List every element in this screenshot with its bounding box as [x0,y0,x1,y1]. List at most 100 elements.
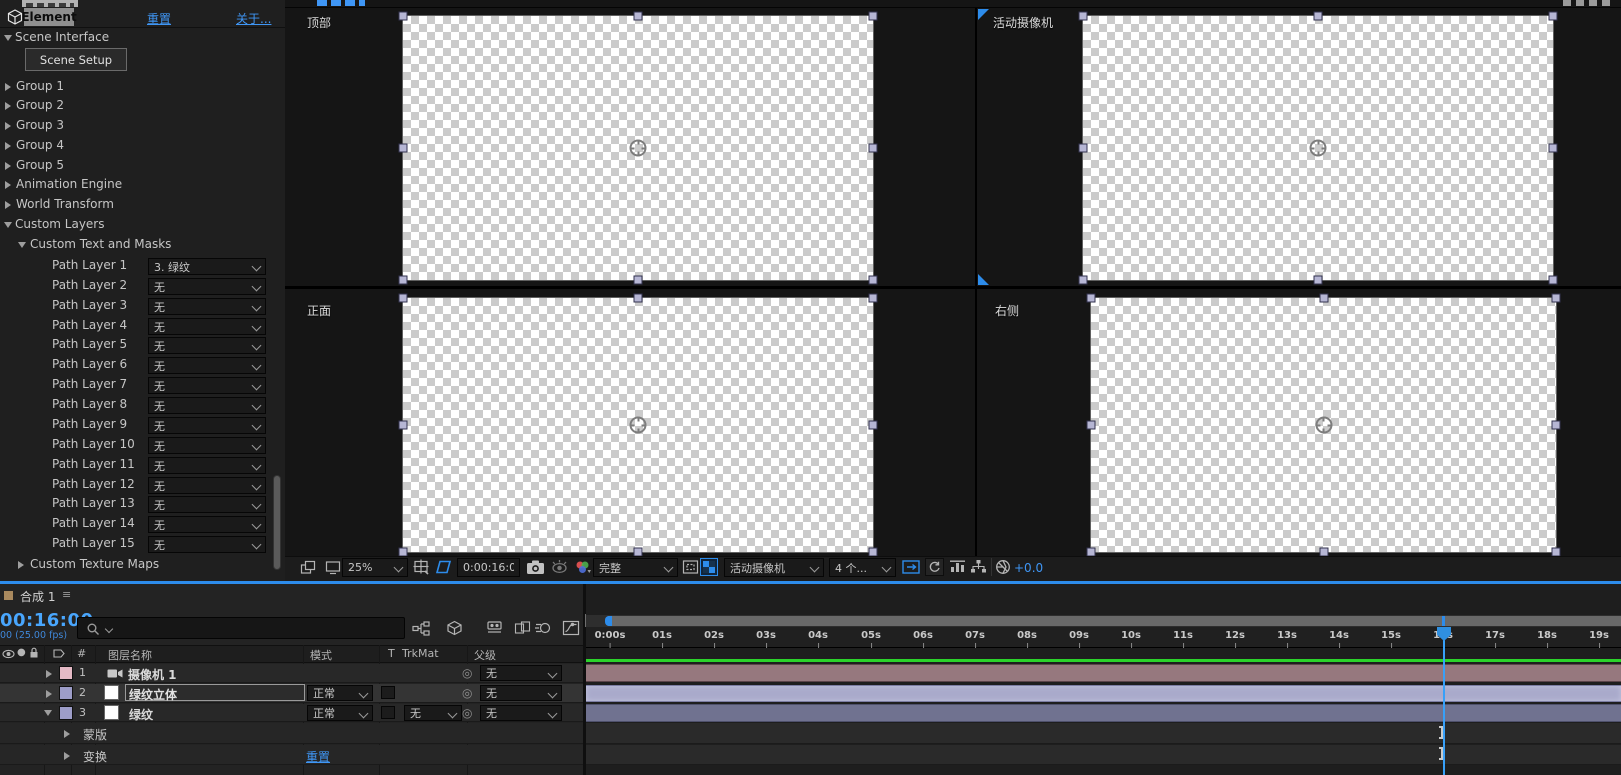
playhead-line[interactable] [1443,627,1445,775]
column-parent[interactable]: 父级 [474,647,496,663]
comp-view-active-camera[interactable] [1078,11,1558,285]
transform-reset-link[interactable]: 重置 [306,748,330,765]
frame-blend-icon[interactable] [514,620,531,636]
expand-down-icon[interactable] [44,710,52,716]
grid-guides-icon[interactable] [413,559,430,575]
column-t[interactable]: T [388,647,395,660]
selection-handle[interactable] [868,275,878,285]
exposure-shutter-icon[interactable] [995,559,1011,575]
3d-view-select[interactable]: 活动摄像机 [724,558,824,577]
group-custom-text-masks[interactable]: Custom Text and Masks [0,236,270,254]
comp-tab-label[interactable]: 合成 1 [20,588,55,605]
selection-handle[interactable] [1313,11,1323,21]
group-group-2[interactable]: Group 2 [0,97,270,115]
path-layer-select[interactable]: 无 [148,477,266,494]
selection-handle[interactable] [633,293,643,303]
layer-name[interactable]: 摄像机 1 [128,666,177,683]
selection-handle[interactable] [1313,275,1323,285]
resolution-select[interactable]: 完整 [593,558,678,577]
path-layer-select[interactable]: 无 [148,337,266,354]
column-hash[interactable]: # [77,647,86,660]
flowchart-icon[interactable] [970,559,987,574]
selection-handle[interactable] [1551,293,1561,303]
clipped-viewer-tab-fragment[interactable] [317,0,365,6]
layer-name[interactable]: 绿纹立体 [129,686,177,703]
layer-bar-layer3[interactable] [586,704,1621,722]
time-ruler[interactable] [586,627,1621,648]
selection-handle[interactable] [1086,293,1096,303]
clipped-panel-corner-fragment[interactable] [1563,0,1615,6]
selection-handle[interactable] [868,293,878,303]
selection-handle[interactable] [1078,11,1088,21]
selection-handle[interactable] [398,420,408,430]
motion-blur-icon[interactable] [534,620,551,636]
lock-column-icon[interactable] [29,647,39,659]
layer-row-3[interactable]: 3 绿纹 正常 无 ◎ 无 [0,704,583,722]
layer-label-color[interactable] [59,686,73,700]
refresh-view-icon[interactable] [925,558,944,576]
group-custom-layers[interactable]: Custom Layers [0,216,270,234]
selection-handle[interactable] [1548,143,1558,153]
group-group-5[interactable]: Group 5 [0,157,270,175]
selection-handle[interactable] [868,420,878,430]
column-layer-name[interactable]: 图层名称 [108,647,152,663]
selection-handle[interactable] [1548,11,1558,21]
mini-flowchart-icon[interactable] [412,621,430,636]
draft-3d-icon[interactable] [446,620,463,636]
always-preview-icon[interactable] [300,560,316,575]
expand-right-icon[interactable] [64,752,70,760]
path-layer-select[interactable]: 无 [148,278,266,295]
comp-view-right[interactable] [1086,293,1561,557]
panel-scrollbar[interactable] [273,475,281,570]
selection-handle[interactable] [1086,420,1096,430]
column-mode[interactable]: 模式 [310,647,332,663]
layer-label-color[interactable] [59,706,73,720]
region-of-interest-icon[interactable] [682,559,699,575]
video-column-icon[interactable] [2,649,15,659]
pixel-aspect-icon[interactable] [949,559,966,574]
trkmat-box[interactable] [381,686,395,699]
solid-swatch[interactable] [104,685,119,700]
selection-handle[interactable] [868,143,878,153]
pickwhip-icon[interactable]: ◎ [462,666,472,680]
effect-about-link[interactable]: 关于... [236,10,271,27]
expand-right-icon[interactable] [46,670,52,678]
selection-handle[interactable] [1078,143,1088,153]
label-column-icon[interactable] [53,648,65,659]
masks-label[interactable]: 蒙版 [83,726,107,743]
group-group-1[interactable]: Group 1 [0,78,270,96]
selection-handle[interactable] [398,293,408,303]
group-world-transform[interactable]: World Transform [0,196,270,214]
trkmat-box[interactable] [381,706,395,719]
selection-handle[interactable] [398,11,408,21]
mask-visibility-icon[interactable] [433,558,454,576]
column-trkmat[interactable]: TrkMat [402,647,439,660]
partial-tab-fragment[interactable] [22,0,78,7]
main-viewer-icon[interactable] [325,560,341,575]
solid-swatch[interactable] [104,705,119,720]
layer-bar-selected[interactable] [586,685,1621,702]
blend-mode-select[interactable]: 正常 [307,685,373,701]
selection-handle[interactable] [398,275,408,285]
selection-handle[interactable] [633,275,643,285]
trkmat-select[interactable]: 无 [404,705,462,721]
path-layer-select[interactable]: 无 [148,457,266,474]
path-layer-select[interactable]: 无 [148,357,266,374]
selection-handle[interactable] [868,11,878,21]
transparency-grid-icon[interactable] [700,558,718,576]
layer-row-1[interactable]: 1 摄像机 1 ◎ 无 [0,664,583,683]
path-layer-select[interactable]: 无 [148,437,266,454]
graph-editor-icon[interactable] [562,620,580,636]
pickwhip-icon[interactable]: ◎ [462,686,472,700]
show-channel-icon[interactable] [573,559,592,575]
path-layer-select[interactable]: 无 [148,318,266,335]
timeline-search-input[interactable] [77,617,405,639]
audio-column-icon[interactable]: ● [17,647,26,658]
path-layer-select[interactable]: 3. 绿纹 [148,258,266,275]
transform-label[interactable]: 变换 [83,748,107,765]
keyframe-ibeam[interactable] [1437,726,1447,739]
view-layout-select[interactable]: 4 个... [829,558,896,577]
expand-right-icon[interactable] [64,730,70,738]
panel-menu-icon[interactable]: ≡ [62,588,71,601]
expand-right-icon[interactable] [46,690,52,698]
